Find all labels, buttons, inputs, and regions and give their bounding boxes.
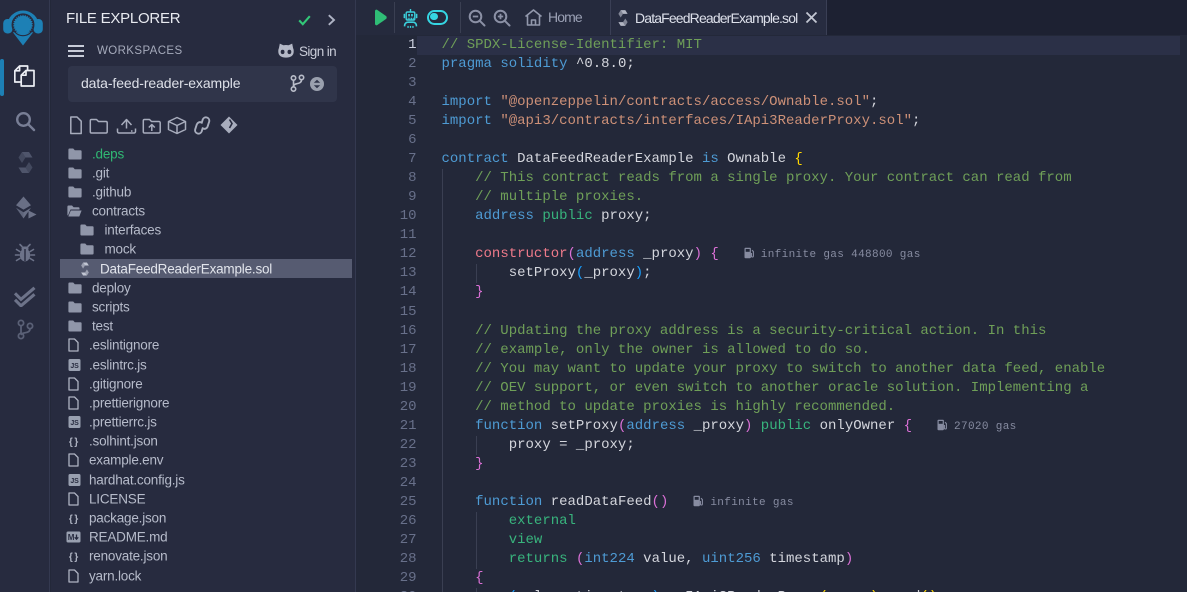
svg-text:JS: JS xyxy=(70,363,79,370)
svg-text:{ }: { } xyxy=(69,437,78,448)
svg-text:M: M xyxy=(68,533,75,542)
svg-text:{ }: { } xyxy=(69,552,78,563)
svg-text:JS: JS xyxy=(70,478,79,485)
svg-text:JS: JS xyxy=(70,420,79,427)
svg-text:{ }: { } xyxy=(69,514,78,525)
